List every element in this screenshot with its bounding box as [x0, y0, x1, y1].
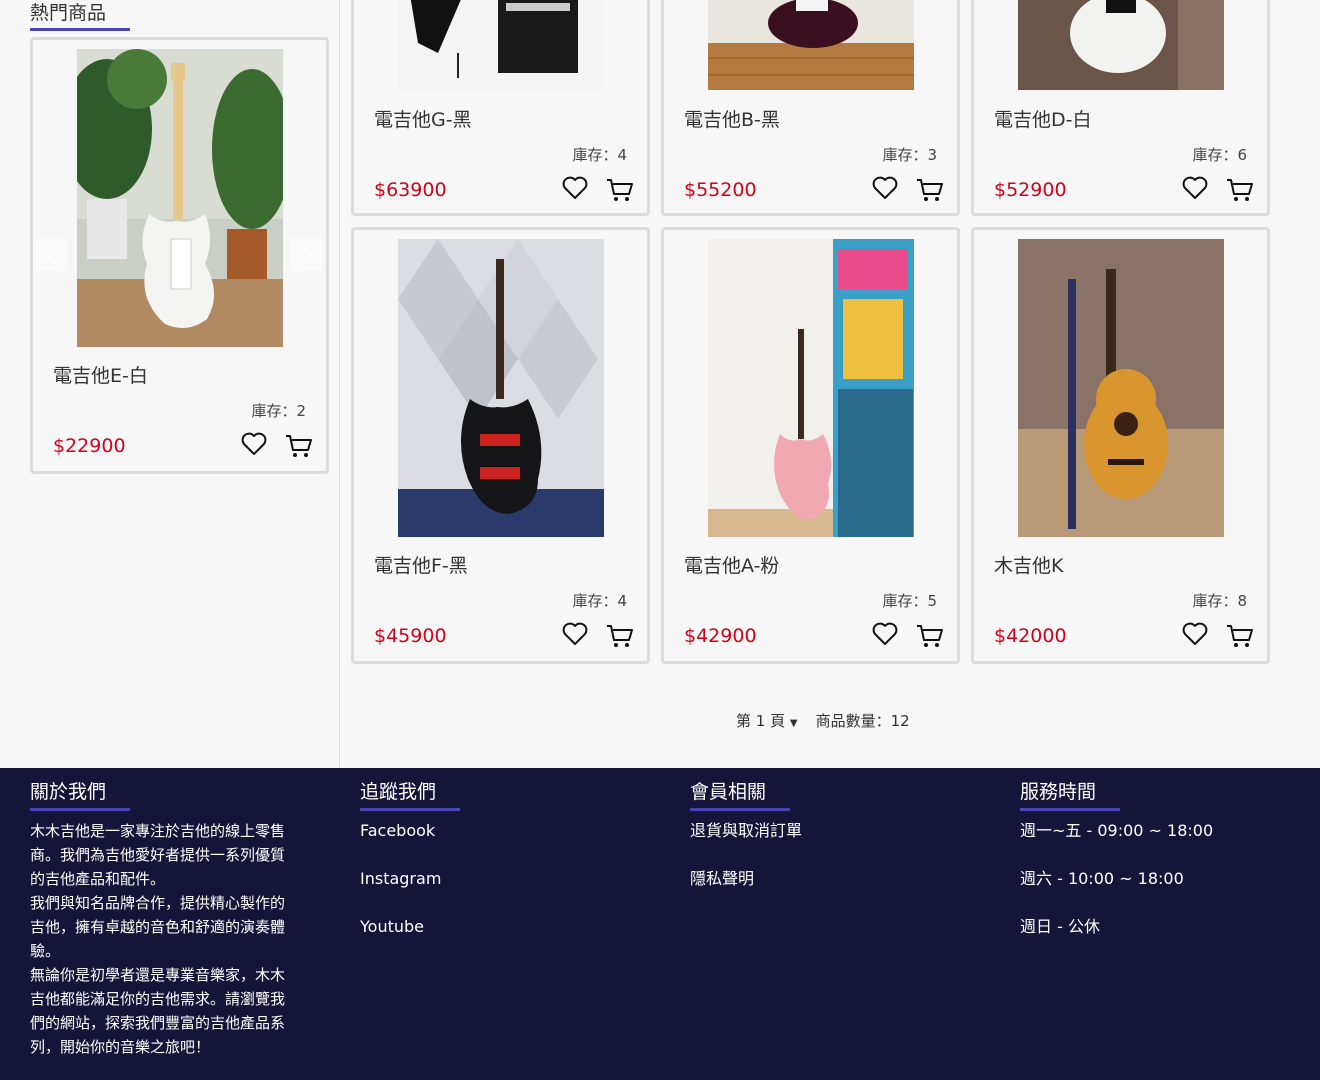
product-card[interactable]: 電吉他A-粉 庫存：5 $42900: [661, 227, 960, 664]
instagram-link[interactable]: Instagram: [360, 867, 630, 891]
product-name[interactable]: 電吉他A-粉: [684, 551, 779, 578]
title-underline: [1020, 808, 1120, 811]
product-image[interactable]: [708, 239, 914, 537]
product-card[interactable]: 電吉他D-白 庫存：6 $52900: [971, 0, 1270, 216]
product-card[interactable]: 木吉他K 庫存：8 $42000: [971, 227, 1270, 664]
cart-icon[interactable]: [605, 176, 635, 204]
cart-icon[interactable]: [915, 176, 945, 204]
page-label: 第 1 頁: [736, 712, 786, 730]
cart-icon[interactable]: [1225, 622, 1255, 650]
hours-weekday: 週一~五 - 09:00 ~ 18:00: [1020, 821, 1214, 840]
heart-icon[interactable]: [1181, 174, 1209, 202]
title-underline: [690, 808, 790, 811]
hot-product-card[interactable]: 電吉他E-白 庫存：2 $22900: [30, 37, 329, 474]
footer-about-title: 關於我們: [30, 781, 107, 803]
product-image[interactable]: [1018, 0, 1224, 90]
product-price: $42900: [684, 625, 757, 647]
hot-products-title: 熱門商品: [30, 2, 107, 24]
footer-follow: 追蹤我們 Facebook Instagram Youtube: [360, 778, 630, 963]
product-stock: 庫存：5: [882, 592, 937, 610]
cart-icon[interactable]: [284, 432, 314, 460]
heart-icon[interactable]: [561, 174, 589, 202]
footer-hours-title: 服務時間: [1020, 781, 1097, 803]
heart-icon[interactable]: [871, 174, 899, 202]
product-price: $45900: [374, 625, 447, 647]
product-price: $63900: [374, 179, 447, 201]
hot-products-panel: 熱門商品 電吉他E-白 庫存：2 $22900: [0, 0, 340, 768]
product-stock: 庫存：3: [882, 146, 937, 164]
youtube-link[interactable]: Youtube: [360, 915, 630, 939]
product-name[interactable]: 電吉他G-黑: [374, 105, 472, 132]
title-underline: [360, 808, 460, 811]
product-stock: 庫存：2: [251, 402, 306, 420]
about-text-1: 木木吉他是一家專注於吉他的線上零售商。我們為吉他愛好者提供一系列優質的吉他產品和…: [30, 822, 286, 888]
footer-member: 會員相關 退貨與取消訂單 隱私聲明: [690, 778, 960, 915]
product-count: 商品數量：12: [815, 712, 910, 730]
about-text-2: 我們與知名品牌合作，提供精心製作的吉他，擁有卓越的音色和舒適的演奏體驗。: [30, 894, 286, 960]
product-name[interactable]: 電吉他F-黑: [374, 551, 468, 578]
product-name[interactable]: 電吉他B-黑: [684, 105, 780, 132]
product-stock: 庫存：8: [1192, 592, 1247, 610]
footer-member-title: 會員相關: [690, 781, 767, 803]
about-text-3: 無論你是初學者還是專業音樂家，木木吉他都能滿足你的吉他需求。請瀏覽我們的網站，探…: [30, 966, 286, 1056]
product-card[interactable]: 電吉他F-黑 庫存：4 $45900: [351, 227, 650, 664]
hours-sunday: 週日 - 公休: [1020, 917, 1100, 936]
product-stock: 庫存：4: [572, 592, 627, 610]
product-name[interactable]: 木吉他K: [994, 551, 1063, 578]
footer-hours: 服務時間 週一~五 - 09:00 ~ 18:00 週六 - 10:00 ~ 1…: [1020, 778, 1290, 963]
title-underline: [30, 808, 130, 811]
page-select[interactable]: 第 1 頁 ▼: [736, 710, 798, 731]
carousel-next-button[interactable]: [291, 239, 323, 271]
product-price: $42000: [994, 625, 1067, 647]
facebook-link[interactable]: Facebook: [360, 819, 630, 843]
product-stock: 庫存：4: [572, 146, 627, 164]
hours-saturday: 週六 - 10:00 ~ 18:00: [1020, 869, 1184, 888]
chevron-left-icon: [45, 244, 58, 266]
product-image[interactable]: [398, 0, 604, 90]
cart-icon[interactable]: [605, 622, 635, 650]
product-card[interactable]: 電吉他G-黑 庫存：4 $63900: [351, 0, 650, 216]
product-price: $52900: [994, 179, 1067, 201]
product-price: $22900: [53, 435, 126, 457]
cart-icon[interactable]: [1225, 176, 1255, 204]
title-underline: [30, 28, 130, 31]
heart-icon[interactable]: [240, 430, 268, 458]
product-image[interactable]: [77, 49, 283, 347]
carousel-prev-button[interactable]: [36, 239, 68, 271]
footer-follow-title: 追蹤我們: [360, 781, 437, 803]
heart-icon[interactable]: [561, 620, 589, 648]
product-card[interactable]: 電吉他B-黑 庫存：3 $55200: [661, 0, 960, 216]
cart-icon[interactable]: [915, 622, 945, 650]
product-image[interactable]: [1018, 239, 1224, 537]
product-image[interactable]: [398, 239, 604, 537]
chevron-right-icon: [301, 244, 314, 266]
product-stock: 庫存：6: [1192, 146, 1247, 164]
product-price: $55200: [684, 179, 757, 201]
pagination: 第 1 頁 ▼ 商品數量：12: [736, 710, 910, 731]
privacy-link[interactable]: 隱私聲明: [690, 867, 960, 891]
product-name[interactable]: 電吉他D-白: [994, 105, 1092, 132]
caret-down-icon: ▼: [789, 718, 798, 729]
product-name[interactable]: 電吉他E-白: [53, 361, 148, 388]
return-policy-link[interactable]: 退貨與取消訂單: [690, 819, 960, 843]
footer: 關於我們 木木吉他是一家專注於吉他的線上零售商。我們為吉他愛好者提供一系列優質的…: [0, 768, 1320, 1080]
heart-icon[interactable]: [871, 620, 899, 648]
heart-icon[interactable]: [1181, 620, 1209, 648]
footer-about: 關於我們 木木吉他是一家專注於吉他的線上零售商。我們為吉他愛好者提供一系列優質的…: [30, 778, 292, 1059]
product-image[interactable]: [708, 0, 914, 90]
